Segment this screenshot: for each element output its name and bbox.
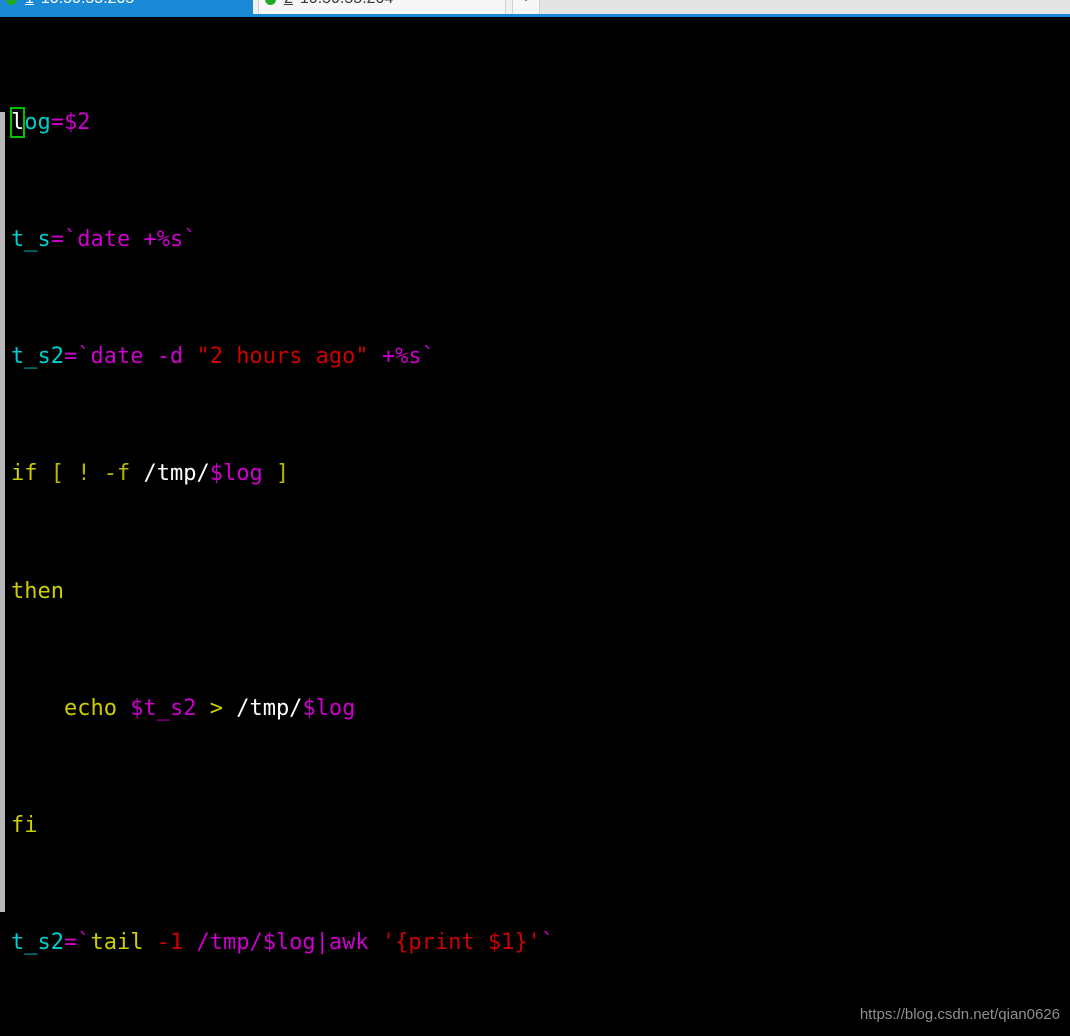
watermark: https://blog.csdn.net/qian0626 xyxy=(859,1006,1060,1023)
terminal-tab-1[interactable]: 1 10.50.55.205 xyxy=(0,0,253,14)
tab-bar-filler xyxy=(540,0,1070,14)
code-line: t_s2=`date -d "2 hours ago" +%s` xyxy=(11,344,435,370)
code-line: then xyxy=(11,578,64,604)
terminal-tab-2[interactable]: 2 10.50.55.204 xyxy=(258,0,506,14)
code-line: echo $t_s2 > /tmp/$log xyxy=(63,695,356,721)
code-line: t_s=`date +%s` xyxy=(11,227,197,253)
code-line: t_s2=`tail -1 /tmp/$log|awk '{print $1}'… xyxy=(11,930,555,956)
terminal-screen[interactable]: log=$2 t_s=`date +%s` t_s2=`date -d "2 h… xyxy=(5,17,1070,1036)
code-line: if [ ! -f /tmp/$log ] xyxy=(11,461,290,487)
code-line: log=$2 xyxy=(9,106,925,139)
vim-buffer[interactable]: log=$2 t_s=`date +%s` t_s2=`date -d "2 h… xyxy=(9,20,925,1036)
tab-2-label: 10.50.55.204 xyxy=(300,0,393,8)
block-cursor: l xyxy=(9,106,26,139)
code-line: fi xyxy=(11,813,38,839)
tab-bar: 1 10.50.55.205 2 10.50.55.204 · xyxy=(0,0,1070,17)
tab-2-index: 2 xyxy=(284,0,293,8)
tab-1-label: 10.50.55.205 xyxy=(41,0,134,8)
connected-dot-icon xyxy=(6,0,17,5)
tab-overflow-label: · xyxy=(524,0,529,8)
tab-1-index: 1 xyxy=(25,0,34,8)
tab-overflow-button[interactable]: · xyxy=(512,0,540,14)
connected-dot-icon xyxy=(265,0,276,5)
